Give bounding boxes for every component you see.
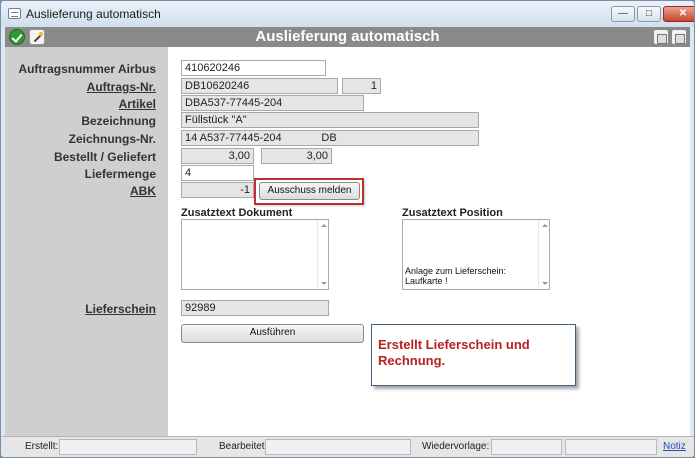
geliefert-field: 3,00 xyxy=(261,148,332,164)
position-scrollbar[interactable] xyxy=(538,220,549,289)
title-bar: Auslieferung automatisch — □ ✕ xyxy=(1,1,694,27)
zusatztext-position-textarea[interactable]: Anlage zum Lieferschein: Laufkarte ! xyxy=(402,219,550,290)
bestellt-field: 3,00 xyxy=(181,148,254,164)
ausfuehren-button[interactable]: Ausführen xyxy=(181,324,364,343)
artikel-field: DBA537-77445-204 xyxy=(181,95,364,111)
auftragsnummer-airbus-input[interactable]: 410620246 xyxy=(181,60,326,76)
ausschuss-melden-button[interactable]: Ausschuss melden xyxy=(259,182,360,200)
link-artikel[interactable]: Artikel xyxy=(119,97,156,111)
auftrags-nr-field: DB10620246 xyxy=(181,78,338,94)
minimize-button[interactable]: — xyxy=(611,6,635,22)
notiz-link[interactable]: Notiz xyxy=(663,441,686,452)
toolbar: Auslieferung automatisch xyxy=(5,27,690,47)
callout-note: Erstellt Lieferschein und Rechnung. xyxy=(371,324,576,386)
close-button[interactable]: ✕ xyxy=(663,6,694,22)
scroll-up-icon[interactable] xyxy=(542,224,548,227)
lieferschein-field: 92989 xyxy=(181,300,329,316)
label-zeichnungs-nr: Zeichnungs-Nr. xyxy=(68,132,156,146)
zeichnungs-nr-field: 14 A537-77445-204 DB xyxy=(181,130,479,146)
label-bestellt-geliefert: Bestellt / Geliefert xyxy=(53,150,156,164)
erstellt-field xyxy=(59,439,197,455)
label-liefermenge: Liefermenge xyxy=(84,167,156,181)
status-bar: Erstellt: Bearbeitet: Wiedervorlage: Not… xyxy=(1,436,694,457)
link-auftrags-nr[interactable]: Auftrags-Nr. xyxy=(87,80,156,94)
bearbeitet-field xyxy=(265,439,411,455)
auftrags-position-field: 1 xyxy=(342,78,381,94)
link-lieferschein[interactable]: Lieferschein xyxy=(85,302,156,316)
erstellt-label: Erstellt: xyxy=(25,441,59,452)
link-abk[interactable]: ABK xyxy=(130,184,156,198)
label-bezeichnung: Bezeichnung xyxy=(81,114,156,128)
liefermenge-input[interactable]: 4 xyxy=(181,165,254,181)
bearbeitet-label: Bearbeitet: xyxy=(219,441,268,452)
dokument-scrollbar[interactable] xyxy=(317,220,328,289)
form-title: Auslieferung automatisch xyxy=(255,28,440,45)
package-export-icon[interactable] xyxy=(671,29,687,45)
status-cell xyxy=(565,439,657,455)
window-title: Auslieferung automatisch xyxy=(26,7,161,21)
position-text-line2: Laufkarte ! xyxy=(405,276,448,286)
zusatztext-dokument-textarea[interactable] xyxy=(181,219,329,290)
abk-field: -1 xyxy=(181,182,254,198)
window-icon xyxy=(8,8,21,19)
wiedervorlage-field[interactable] xyxy=(491,439,562,455)
label-auftragsnummer-airbus: Auftragsnummer Airbus xyxy=(18,62,156,76)
position-text-line1: Anlage zum Lieferschein: xyxy=(405,266,507,276)
wiedervorlage-label: Wiedervorlage: xyxy=(422,441,490,452)
app-window: Auslieferung automatisch — □ ✕ Ausliefer… xyxy=(0,0,695,458)
package-icon[interactable] xyxy=(653,29,669,45)
zusatztext-position-label: Zusatztext Position xyxy=(402,207,503,219)
bezeichnung-field: Füllstück "A" xyxy=(181,112,479,128)
scroll-down-icon[interactable] xyxy=(542,282,548,285)
scroll-down-icon[interactable] xyxy=(321,282,327,285)
scroll-up-icon[interactable] xyxy=(321,224,327,227)
zusatztext-dokument-label: Zusatztext Dokument xyxy=(181,207,293,219)
maximize-button[interactable]: □ xyxy=(637,6,661,22)
